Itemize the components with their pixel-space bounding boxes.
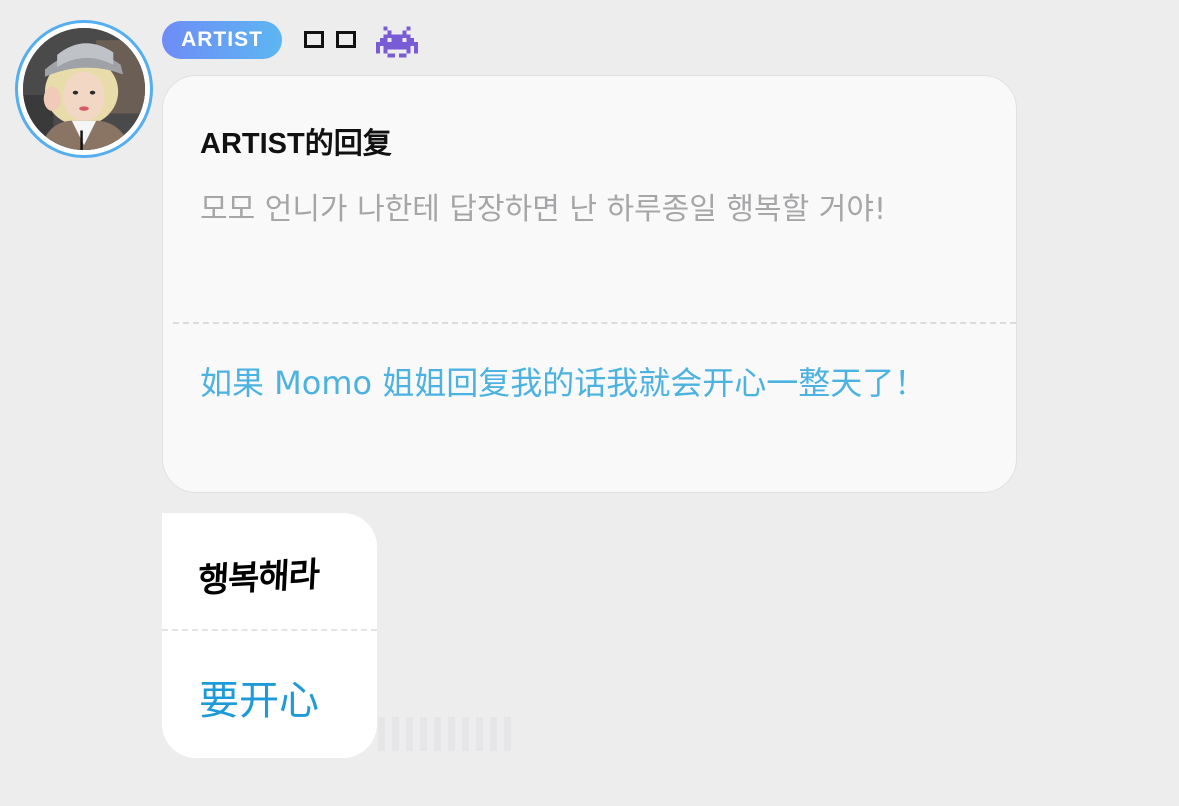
divider [173,322,1016,324]
divider [162,629,377,631]
artist-badge: ARTIST [162,21,282,59]
username[interactable] [304,28,356,48]
message-translation: 要开心 [199,678,319,724]
reply-title: ARTIST的回复 [200,128,392,160]
avatar[interactable] [15,20,153,158]
artist-reply-card: ARTIST的回复 모모 언니가 나한테 답장하면 난 하루종일 행복할 거야!… [162,75,1017,493]
username-glyph [336,31,356,48]
username-glyph [304,31,324,48]
original-message-text: 모모 언니가 나한테 답장하면 난 하루종일 행복할 거야! [200,192,886,227]
message-text: 행복해라 [196,554,320,602]
alien-monster-icon [376,26,418,58]
translated-message-text: 如果 Momo 姐姐回复我的话我就会开心一整天了！ [200,364,927,402]
message-bubble[interactable]: 행복해라 要开心 [162,513,377,758]
avatar-image [23,28,145,150]
faded-text-fragment [378,717,511,751]
